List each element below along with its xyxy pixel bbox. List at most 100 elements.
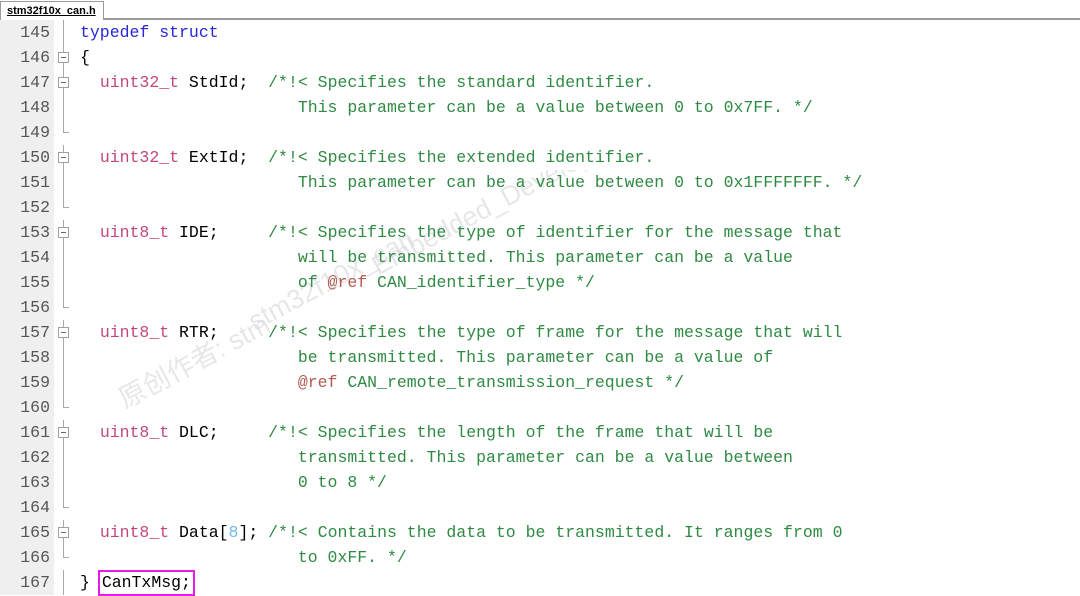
code-token: 0 to 8 */ bbox=[80, 473, 387, 492]
fold-collapse-icon[interactable] bbox=[58, 152, 69, 163]
line-number: 150 bbox=[0, 145, 54, 170]
code-text[interactable]: uint8_t RTR; /*!< Specifies the type of … bbox=[74, 320, 1080, 345]
code-text[interactable]: of @ref CAN_identifier_type */ bbox=[74, 270, 1080, 295]
code-line[interactable]: 152 bbox=[0, 195, 1080, 220]
code-line[interactable]: 145 typedef struct bbox=[0, 20, 1080, 45]
code-line[interactable]: 158 be transmitted. This parameter can b… bbox=[0, 345, 1080, 370]
line-number: 152 bbox=[0, 195, 54, 220]
code-text[interactable]: @ref CAN_remote_transmission_request */ bbox=[74, 370, 1080, 395]
code-line[interactable]: 162 transmitted. This parameter can be a… bbox=[0, 445, 1080, 470]
code-line[interactable]: 148 This parameter can be a value betwee… bbox=[0, 95, 1080, 120]
fold-margin[interactable] bbox=[54, 145, 74, 170]
code-token: } bbox=[80, 573, 100, 592]
code-text[interactable] bbox=[74, 495, 1080, 520]
line-number: 148 bbox=[0, 95, 54, 120]
fold-collapse-icon[interactable] bbox=[58, 227, 69, 238]
code-line[interactable]: 155 of @ref CAN_identifier_type */ bbox=[0, 270, 1080, 295]
tab-stm32f10x-can-h[interactable]: stm32f10x_can.h bbox=[0, 1, 104, 20]
fold-margin[interactable] bbox=[54, 320, 74, 345]
code-text[interactable]: will be transmitted. This parameter can … bbox=[74, 245, 1080, 270]
fold-margin[interactable] bbox=[54, 170, 74, 195]
code-text[interactable]: This parameter can be a value between 0 … bbox=[74, 170, 1080, 195]
fold-margin[interactable] bbox=[54, 495, 74, 520]
code-line[interactable]: 166 to 0xFF. */ bbox=[0, 545, 1080, 570]
code-editor[interactable]: 原创作者: stm stm32f10x_can Embedded_Develop… bbox=[0, 20, 1080, 596]
code-token: RTR; bbox=[169, 323, 269, 342]
code-text[interactable]: This parameter can be a value between 0 … bbox=[74, 95, 1080, 120]
code-line[interactable]: 160 bbox=[0, 395, 1080, 420]
fold-margin[interactable] bbox=[54, 245, 74, 270]
fold-collapse-icon[interactable] bbox=[58, 527, 69, 538]
fold-margin[interactable] bbox=[54, 220, 74, 245]
code-token: of bbox=[80, 273, 328, 292]
code-text[interactable]: transmitted. This parameter can be a val… bbox=[74, 445, 1080, 470]
fold-end-marker-icon bbox=[63, 132, 69, 133]
code-text[interactable]: uint8_t DLC; /*!< Specifies the length o… bbox=[74, 420, 1080, 445]
code-line[interactable]: 159 @ref CAN_remote_transmission_request… bbox=[0, 370, 1080, 395]
fold-collapse-icon[interactable] bbox=[58, 52, 69, 63]
code-text[interactable]: } CanTxMsg; bbox=[74, 570, 1080, 596]
fold-collapse-icon[interactable] bbox=[58, 427, 69, 438]
fold-margin[interactable] bbox=[54, 345, 74, 370]
code-line[interactable]: 153 uint8_t IDE; /*!< Specifies the type… bbox=[0, 220, 1080, 245]
fold-margin[interactable] bbox=[54, 120, 74, 145]
code-text[interactable] bbox=[74, 395, 1080, 420]
line-number: 146 bbox=[0, 45, 54, 70]
code-text[interactable]: 0 to 8 */ bbox=[74, 470, 1080, 495]
code-text[interactable]: { bbox=[74, 45, 1080, 70]
fold-margin[interactable] bbox=[54, 270, 74, 295]
line-number: 155 bbox=[0, 270, 54, 295]
code-line[interactable]: 164 bbox=[0, 495, 1080, 520]
fold-margin[interactable] bbox=[54, 95, 74, 120]
code-token: @ref bbox=[327, 273, 368, 292]
fold-margin[interactable] bbox=[54, 195, 74, 220]
code-token: uint8_t bbox=[99, 223, 170, 242]
line-number: 158 bbox=[0, 345, 54, 370]
fold-margin[interactable] bbox=[54, 570, 74, 595]
fold-collapse-icon[interactable] bbox=[58, 327, 69, 338]
code-token: /*!< Specifies the length of the frame t… bbox=[268, 423, 774, 442]
code-line[interactable]: 161 uint8_t DLC; /*!< Specifies the leng… bbox=[0, 420, 1080, 445]
code-line[interactable]: 149 bbox=[0, 120, 1080, 145]
code-token: uint8_t bbox=[99, 323, 170, 342]
code-line[interactable]: 146 { bbox=[0, 45, 1080, 70]
code-line[interactable]: 150 uint32_t ExtId; /*!< Specifies the e… bbox=[0, 145, 1080, 170]
code-line[interactable]: 157 uint8_t RTR; /*!< Specifies the type… bbox=[0, 320, 1080, 345]
fold-margin[interactable] bbox=[54, 370, 74, 395]
fold-margin[interactable] bbox=[54, 45, 74, 70]
fold-margin[interactable] bbox=[54, 470, 74, 495]
fold-margin[interactable] bbox=[54, 295, 74, 320]
code-text[interactable]: uint32_t StdId; /*!< Specifies the stand… bbox=[74, 70, 1080, 95]
fold-margin[interactable] bbox=[54, 20, 74, 45]
code-text[interactable] bbox=[74, 120, 1080, 145]
highlighted-identifier[interactable]: CanTxMsg; bbox=[97, 570, 195, 596]
code-line[interactable]: 167} CanTxMsg; bbox=[0, 570, 1080, 596]
code-text[interactable]: to 0xFF. */ bbox=[74, 545, 1080, 570]
code-line[interactable]: 156 bbox=[0, 295, 1080, 320]
code-token: /*!< Specifies the extended identifier. bbox=[268, 148, 655, 167]
code-text[interactable]: uint8_t Data[8]; /*!< Contains the data … bbox=[74, 520, 1080, 545]
code-text[interactable]: uint32_t ExtId; /*!< Specifies the exten… bbox=[74, 145, 1080, 170]
line-number: 162 bbox=[0, 445, 54, 470]
fold-margin[interactable] bbox=[54, 70, 74, 95]
code-line[interactable]: 147 uint32_t StdId; /*!< Specifies the s… bbox=[0, 70, 1080, 95]
code-line[interactable]: 163 0 to 8 */ bbox=[0, 470, 1080, 495]
fold-margin[interactable] bbox=[54, 445, 74, 470]
code-text[interactable]: uint8_t IDE; /*!< Specifies the type of … bbox=[74, 220, 1080, 245]
fold-end-stem-icon bbox=[63, 195, 64, 207]
code-text[interactable]: be transmitted. This parameter can be a … bbox=[74, 345, 1080, 370]
code-line[interactable]: 151 This parameter can be a value betwee… bbox=[0, 170, 1080, 195]
fold-margin[interactable] bbox=[54, 395, 74, 420]
code-text[interactable] bbox=[74, 295, 1080, 320]
code-line[interactable]: 154 will be transmitted. This parameter … bbox=[0, 245, 1080, 270]
fold-margin[interactable] bbox=[54, 520, 74, 545]
code-text[interactable]: typedef struct bbox=[74, 20, 1080, 45]
code-line[interactable]: 165 uint8_t Data[8]; /*!< Contains the d… bbox=[0, 520, 1080, 545]
code-text[interactable] bbox=[74, 195, 1080, 220]
fold-margin[interactable] bbox=[54, 545, 74, 570]
line-number: 165 bbox=[0, 520, 54, 545]
code-token: uint32_t bbox=[99, 148, 180, 167]
fold-margin[interactable] bbox=[54, 420, 74, 445]
fold-collapse-icon[interactable] bbox=[58, 77, 69, 88]
